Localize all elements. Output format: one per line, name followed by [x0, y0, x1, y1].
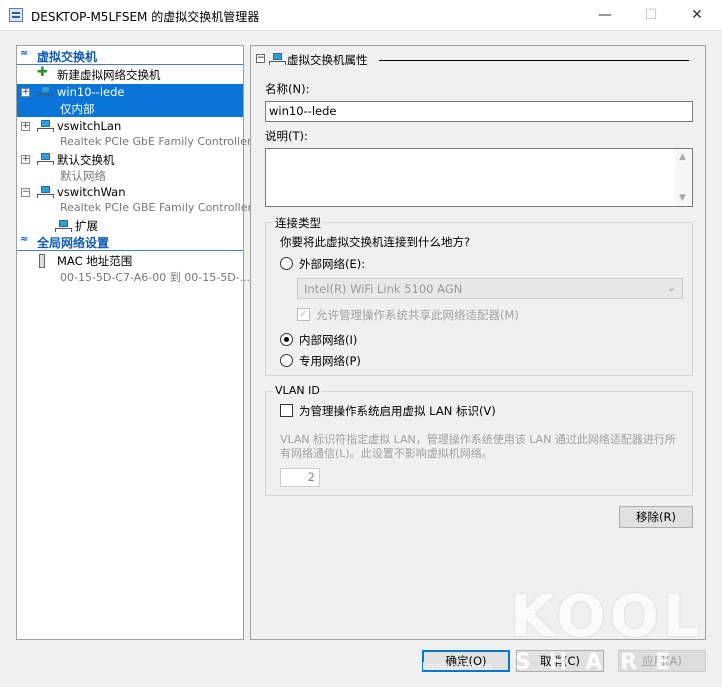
- sidebar-item-vswitchlan[interactable]: + vswitchLan Realtek PCIe GbE Family Con…: [17, 118, 265, 151]
- connection-question: 你要将此虚拟交换机连接到什么地方?: [280, 235, 471, 249]
- sidebar-item-win10-lede[interactable]: + win10--lede 仅内部: [17, 84, 243, 117]
- collapse-icon[interactable]: −: [256, 54, 265, 63]
- description-input[interactable]: ▲ ▼: [265, 148, 693, 207]
- switch-icon: [37, 120, 54, 132]
- switch-icon: [37, 86, 54, 98]
- section-global-network-settings[interactable]: ≈ 全局网络设置: [17, 234, 243, 251]
- sidebar-item-vswitchwan[interactable]: − vswitchWan Realtek PCIe GBE Family Con…: [17, 184, 252, 217]
- koolshare-logo: KOOL: [510, 582, 704, 650]
- name-input[interactable]: win10--lede: [265, 101, 693, 122]
- vlan-description: VLAN 标识符指定虚拟 LAN，管理操作系统使用该 LAN 通过此网络适配器进…: [280, 433, 676, 460]
- switch-icon: [269, 53, 286, 65]
- title-bar: DESKTOP-M5LFSEM 的虚拟交换机管理器 — ☐ ✕: [0, 0, 722, 31]
- minimize-button[interactable]: —: [582, 4, 628, 26]
- collapse-icon[interactable]: −: [21, 188, 30, 197]
- vlan-id-input: 2: [280, 468, 320, 487]
- maximize-button: ☐: [644, 7, 658, 23]
- enable-vlan-checkbox[interactable]: [280, 404, 293, 417]
- add-switch-icon: ✚: [37, 65, 48, 80]
- expand-icon[interactable]: +: [21, 88, 30, 97]
- connection-type-title: 连接类型: [273, 215, 323, 231]
- scroll-down-icon[interactable]: ▼: [679, 193, 686, 203]
- properties-pane: − 虚拟交换机属性 名称(N): win10--lede 说明(T): ▲ ▼ …: [250, 45, 706, 640]
- remove-button[interactable]: 移除(R): [619, 506, 693, 528]
- sidebar-item-new-switch[interactable]: ✚ 新建虚拟网络交换机: [17, 66, 243, 83]
- vlan-group: VLAN ID 为管理操作系统启用虚拟 LAN 标识(V) VLAN 标识符指定…: [265, 384, 693, 496]
- expand-icon[interactable]: +: [21, 155, 30, 164]
- external-network-radio[interactable]: [280, 257, 293, 270]
- chevron-down-icon: ⌄: [666, 281, 676, 294]
- pane-title: 虚拟交换机属性: [287, 53, 368, 67]
- switch-icon: [37, 186, 54, 198]
- switch-manager-icon: [9, 8, 23, 22]
- koolshare-sub-logo: SHARE: [515, 650, 689, 675]
- section-virtual-switches[interactable]: ≈ 虚拟交换机: [17, 48, 243, 65]
- external-network-label: 外部网络(E):: [299, 257, 366, 271]
- mac-address-icon: [39, 254, 45, 268]
- vlan-title: VLAN ID: [273, 384, 322, 397]
- sidebar-item-mac-range[interactable]: MAC 地址范围 00-15-5D-C7-A6-00 到 00-15-5D-..…: [17, 252, 250, 285]
- scrollbar[interactable]: ▲ ▼: [675, 149, 692, 206]
- switch-icon: [37, 153, 54, 165]
- sidebar-tree: ≈ 虚拟交换机 ✚ 新建虚拟网络交换机 + win10--lede 仅内部 + …: [16, 45, 265, 640]
- divider: [379, 60, 689, 61]
- sidebar-item-extensions[interactable]: 扩展: [17, 217, 243, 234]
- enable-vlan-label: 为管理操作系统启用虚拟 LAN 标识(V): [299, 404, 496, 418]
- expand-icon[interactable]: +: [21, 122, 30, 131]
- internal-network-radio[interactable]: [280, 333, 293, 346]
- name-label: 名称(N):: [265, 82, 310, 96]
- allow-share-checkbox: ✓: [297, 308, 310, 321]
- private-network-radio[interactable]: [280, 354, 293, 367]
- adapter-select: Intel(R) WiFi Link 5100 AGN ⌄: [297, 278, 683, 299]
- private-network-label: 专用网络(P): [299, 354, 361, 368]
- collapse-icon[interactable]: ≈: [20, 48, 28, 59]
- description-label: 说明(T):: [265, 129, 308, 143]
- koolshare-url: koolshare.cn: [422, 660, 492, 673]
- connection-type-group: 连接类型 你要将此虚拟交换机连接到什么地方? 外部网络(E): Intel(R)…: [265, 215, 693, 376]
- window-title: DESKTOP-M5LFSEM 的虚拟交换机管理器: [31, 10, 260, 24]
- extension-icon: [55, 220, 72, 232]
- allow-share-label: 允许管理操作系统共享此网络适配器(M): [316, 308, 519, 322]
- sidebar-item-default-switch[interactable]: + 默认交换机 默认网络: [17, 151, 243, 184]
- close-button[interactable]: ✕: [674, 4, 720, 26]
- scroll-up-icon[interactable]: ▲: [679, 152, 686, 162]
- internal-network-label: 内部网络(I): [299, 333, 358, 347]
- collapse-icon[interactable]: ≈: [20, 234, 28, 245]
